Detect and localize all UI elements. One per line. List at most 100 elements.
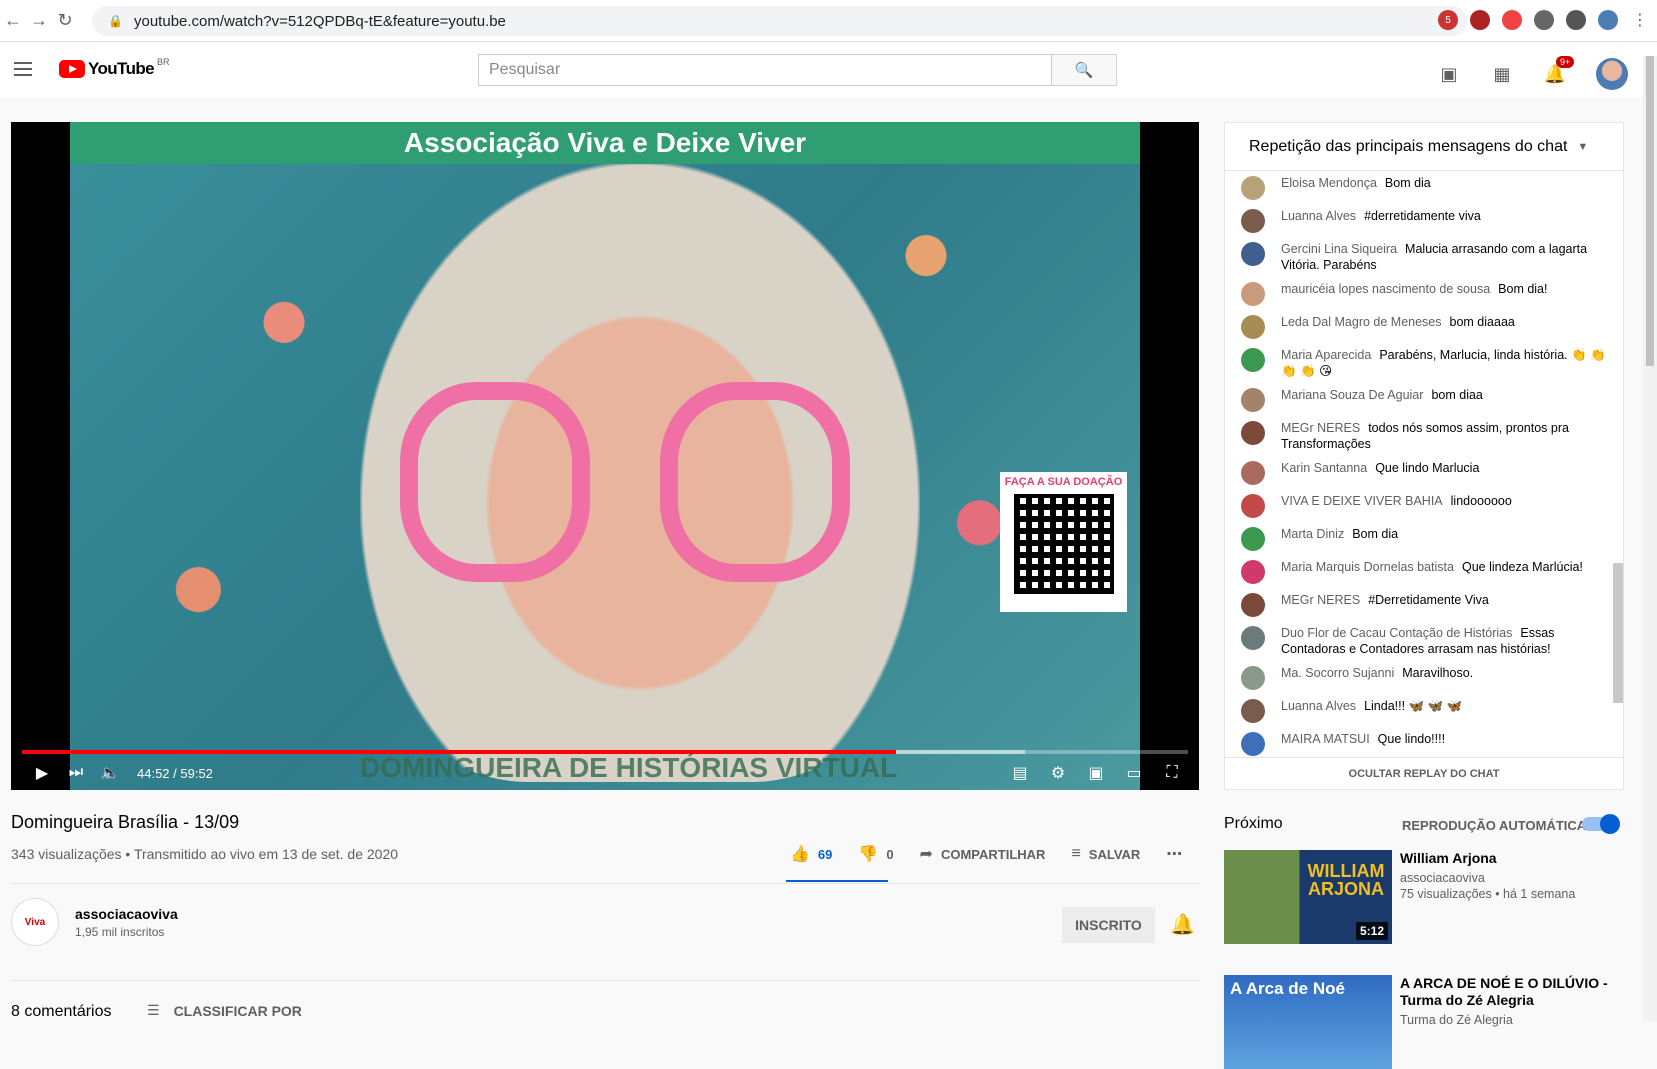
chat-author[interactable]: Maria Aparecida bbox=[1281, 348, 1371, 362]
search-icon: 🔍 bbox=[1074, 62, 1094, 79]
ext-badge: 5 bbox=[1445, 14, 1451, 26]
share-icon: ➦ bbox=[919, 846, 933, 863]
search-input[interactable]: Pesquisar bbox=[478, 54, 1052, 86]
chat-author[interactable]: Marta Diniz bbox=[1281, 527, 1344, 541]
chat-author[interactable]: VIVA E DEIXE VIVER BAHIA bbox=[1281, 494, 1443, 508]
chat-avatar[interactable] bbox=[1241, 315, 1265, 339]
chat-scrollbar[interactable] bbox=[1613, 563, 1623, 703]
chat-author[interactable]: Ma. Socorro Sujanni bbox=[1281, 666, 1394, 680]
chat-avatar[interactable] bbox=[1241, 282, 1265, 306]
channel-bell-icon[interactable]: 🔔 bbox=[1170, 912, 1195, 937]
extension-icon[interactable] bbox=[1502, 10, 1522, 30]
progress-bar[interactable] bbox=[22, 750, 1188, 754]
autoplay-toggle[interactable] bbox=[1582, 814, 1620, 834]
save-button[interactable]: ≡ SALVAR bbox=[1071, 845, 1140, 863]
chat-text: Bom dia bbox=[1352, 527, 1399, 541]
puzzle-icon[interactable] bbox=[1534, 10, 1554, 30]
reload-icon[interactable]: ↻ bbox=[52, 8, 78, 34]
chat-avatar[interactable] bbox=[1241, 242, 1265, 266]
search-button[interactable]: 🔍 bbox=[1052, 54, 1117, 86]
video-thumbnail[interactable]: A Arca de Noé bbox=[1224, 975, 1392, 1069]
settings-gear-icon[interactable]: ⚙ bbox=[1041, 756, 1075, 790]
chat-avatar[interactable] bbox=[1241, 176, 1265, 200]
save-label: SALVAR bbox=[1088, 846, 1141, 862]
chat-author[interactable]: Leda Dal Magro de Meneses bbox=[1281, 315, 1442, 329]
forward-icon[interactable]: → bbox=[26, 8, 52, 34]
divider bbox=[11, 883, 1199, 884]
chat-avatar[interactable] bbox=[1241, 626, 1265, 650]
dislike-button[interactable]: 👎 0 bbox=[858, 844, 893, 864]
chat-text: bom diaa bbox=[1431, 388, 1483, 402]
adblock-icon[interactable]: 5 bbox=[1438, 10, 1458, 30]
media-icon[interactable] bbox=[1566, 10, 1586, 30]
chat-avatar[interactable] bbox=[1241, 494, 1265, 518]
chat-author[interactable]: mauricéia lopes nascimento de sousa bbox=[1281, 282, 1490, 296]
address-bar[interactable]: 🔒 youtube.com/watch?v=512QPDBq-tE&featur… bbox=[92, 6, 1467, 36]
dollar-glasses bbox=[390, 382, 890, 582]
theater-mode-icon[interactable]: ▭ bbox=[1117, 756, 1151, 790]
chat-text: Linda!!! 🦋 🦋 🦋 bbox=[1364, 699, 1463, 713]
share-button[interactable]: ➦ COMPARTILHAR bbox=[920, 844, 1046, 864]
chat-author[interactable]: Luanna Alves bbox=[1281, 209, 1356, 223]
chat-avatar[interactable] bbox=[1241, 209, 1265, 233]
chat-avatar[interactable] bbox=[1241, 461, 1265, 485]
chat-author[interactable]: Karin Santanna bbox=[1281, 461, 1367, 475]
play-icon[interactable]: ▶ bbox=[25, 756, 59, 790]
recommended-video[interactable]: WILLIAM ARJONA 5:12 William Arjona assoc… bbox=[1224, 850, 1644, 944]
chat-header[interactable]: Repetição das principais mensagens do ch… bbox=[1225, 123, 1623, 171]
chat-author[interactable]: MAIRA MATSUI bbox=[1281, 732, 1370, 746]
sort-by-button[interactable]: ☰ CLASSIFICAR POR bbox=[147, 1002, 302, 1019]
chat-author[interactable]: Mariana Souza De Aguiar bbox=[1281, 388, 1423, 402]
more-actions-icon[interactable]: ⋯ bbox=[1166, 844, 1182, 864]
chat-author[interactable]: Duo Flor de Cacau Contação de Histórias bbox=[1281, 626, 1512, 640]
extension-icon[interactable] bbox=[1470, 10, 1490, 30]
video-player[interactable]: Associação Viva e Deixe Viver FAÇA A SUA… bbox=[11, 122, 1199, 790]
profile-icon[interactable] bbox=[1598, 10, 1618, 30]
chat-author[interactable]: MEGr NERES bbox=[1281, 593, 1360, 607]
chat-avatar[interactable] bbox=[1241, 348, 1265, 372]
live-chat-replay: Repetição das principais mensagens do ch… bbox=[1224, 122, 1624, 790]
chat-avatar[interactable] bbox=[1241, 421, 1265, 445]
video-banner: Associação Viva e Deixe Viver bbox=[70, 122, 1140, 164]
chat-message: Gercini Lina Siqueira Malucia arrasando c… bbox=[1241, 237, 1607, 277]
page-scrollbar[interactable] bbox=[1643, 56, 1657, 1021]
notifications-bell-icon[interactable]: 🔔 9+ bbox=[1543, 56, 1575, 86]
miniplayer-icon[interactable]: ▣ bbox=[1079, 756, 1113, 790]
chat-author[interactable]: Gercini Lina Siqueira bbox=[1281, 242, 1397, 256]
channel-avatar[interactable]: Viva bbox=[11, 898, 59, 946]
chat-avatar[interactable] bbox=[1241, 388, 1265, 412]
qr-title: FAÇA A SUA DOAÇÃO bbox=[1004, 476, 1123, 488]
chat-avatar[interactable] bbox=[1241, 527, 1265, 551]
chat-text: Bom dia! bbox=[1498, 282, 1548, 296]
chat-author[interactable]: Maria Marquis Dornelas batista bbox=[1281, 560, 1454, 574]
chat-author[interactable]: MEGr NERES bbox=[1281, 421, 1360, 435]
chat-author[interactable]: Luanna Alves bbox=[1281, 699, 1356, 713]
player-controls: ▶ ⏭ 🔈 44:52 / 59:52 ▤ ⚙ ▣ ▭ ⛶ bbox=[11, 756, 1199, 790]
chat-avatar[interactable] bbox=[1241, 560, 1265, 584]
channel-name[interactable]: associacaoviva bbox=[75, 906, 178, 922]
next-icon[interactable]: ⏭ bbox=[59, 756, 93, 790]
chat-avatar[interactable] bbox=[1241, 593, 1265, 617]
hide-chat-button[interactable]: OCULTAR REPLAY DO CHAT bbox=[1225, 757, 1623, 789]
like-button[interactable]: 👍 69 bbox=[790, 844, 832, 864]
youtube-logo[interactable]: YouTube BR bbox=[59, 57, 170, 79]
chat-avatar[interactable] bbox=[1241, 666, 1265, 690]
fullscreen-icon[interactable]: ⛶ bbox=[1155, 756, 1189, 790]
create-video-icon[interactable]: ▣ bbox=[1437, 62, 1461, 86]
subtitles-icon[interactable]: ▤ bbox=[1003, 756, 1037, 790]
chat-avatar[interactable] bbox=[1241, 732, 1265, 756]
chat-avatar[interactable] bbox=[1241, 699, 1265, 723]
lock-icon: 🔒 bbox=[108, 14, 123, 28]
subscribed-button[interactable]: INSCRITO bbox=[1062, 907, 1155, 943]
video-thumbnail[interactable]: WILLIAM ARJONA 5:12 bbox=[1224, 850, 1392, 944]
chat-messages: Eloisa Mendonça Bom dia Luanna Alves #derre… bbox=[1225, 171, 1623, 757]
apps-grid-icon[interactable]: ▦ bbox=[1490, 62, 1514, 86]
chat-author[interactable]: Eloisa Mendonça bbox=[1281, 176, 1377, 190]
account-avatar[interactable] bbox=[1596, 58, 1628, 90]
comments-count: 8 comentários bbox=[11, 1003, 112, 1020]
back-icon[interactable]: ← bbox=[0, 8, 26, 34]
volume-icon[interactable]: 🔈 bbox=[93, 756, 127, 790]
menu-icon[interactable] bbox=[14, 62, 32, 80]
menu-kebab-icon[interactable]: ⋮ bbox=[1630, 10, 1650, 30]
recommended-video[interactable]: A Arca de Noé A ARCA DE NOÉ E O DILÚVIO … bbox=[1224, 975, 1644, 1069]
